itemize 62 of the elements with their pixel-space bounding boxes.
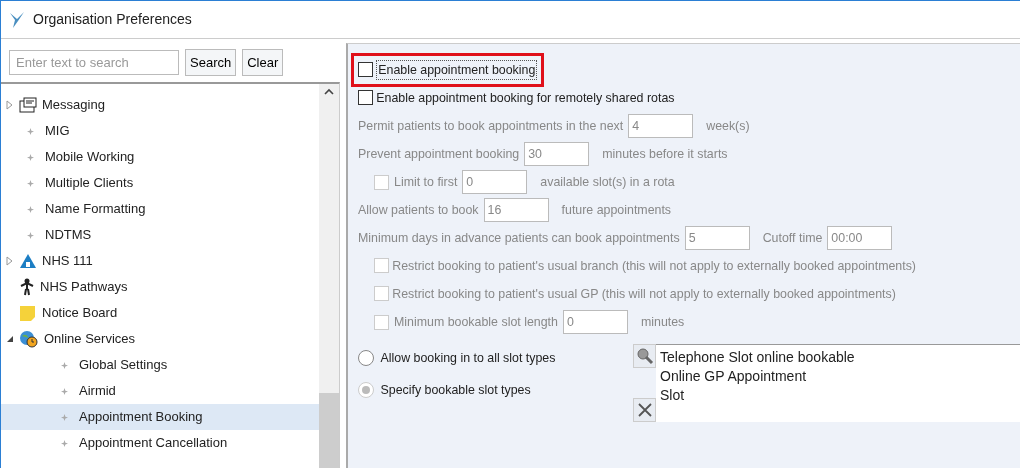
setting-label: Minimum bookable slot length [394, 313, 558, 331]
tree-item[interactable]: NDTMS [45, 225, 92, 245]
tree-item[interactable]: NHS 111 [42, 251, 93, 271]
slot-type-list[interactable]: Telephone Slot online bookable Online GP Appointment Slot [656, 344, 1020, 422]
checkbox[interactable] [358, 90, 373, 106]
person-icon [19, 278, 35, 296]
checkbox-label[interactable]: Enable appointment booking [376, 59, 538, 81]
bullet-icon [27, 179, 34, 187]
bullet-icon [61, 387, 68, 395]
globe-clock-icon [19, 330, 39, 348]
tree-item[interactable]: Appointment Cancellation [79, 433, 228, 453]
radio-button[interactable] [358, 350, 374, 366]
search-button[interactable]: Search [185, 49, 237, 76]
tree-item[interactable]: Messaging [42, 95, 105, 115]
expand-arrow-icon[interactable] [5, 100, 14, 110]
tree-item[interactable]: Global Settings [79, 355, 168, 375]
setting-label: available slot(s) in a rota [540, 173, 675, 191]
radio-label[interactable]: Allow booking in to all slot types [380, 348, 556, 368]
setting-label: Cutoff time [762, 229, 823, 247]
setting-label: Permit patients to book appointments in the next [358, 117, 624, 135]
tree-item[interactable]: Multiple Clients [45, 173, 134, 193]
tree-item[interactable]: Name Formatting [45, 199, 146, 219]
bullet-icon [27, 153, 34, 161]
tree-item[interactable]: Mobile Working [45, 147, 135, 167]
collapse-arrow-icon[interactable] [5, 334, 14, 344]
bullet-icon [61, 361, 68, 369]
close-icon [637, 403, 652, 417]
setting-label: future appointments [561, 201, 672, 219]
setting-label: minutes before it starts [602, 145, 728, 163]
setting-label: Limit to first [394, 173, 458, 191]
scrollbar-thumb[interactable] [319, 393, 339, 468]
search-button[interactable] [633, 344, 656, 368]
note-icon [19, 304, 37, 322]
setting-label: Prevent appointment booking [358, 145, 520, 163]
tree-item[interactable]: MIG [45, 121, 70, 141]
list-item[interactable]: Slot [660, 386, 1016, 405]
bullet-icon [61, 439, 68, 447]
setting-label: Allow patients to book [358, 201, 479, 219]
search-field[interactable]: Enter text to search [9, 50, 179, 75]
list-item[interactable]: Online GP Appointment [660, 367, 1016, 386]
setting-label: Minimum days in advance patients can book appointments [358, 229, 680, 247]
app-logo-icon [9, 10, 25, 29]
expand-arrow-icon[interactable] [5, 256, 14, 266]
setting-label: week(s) [706, 117, 750, 135]
checkbox-label[interactable]: Enable appointment booking for remotely shared rotas [376, 88, 675, 108]
triangle-icon [19, 253, 37, 269]
setting-label: minutes [640, 313, 685, 331]
remove-button[interactable] [633, 398, 656, 422]
checkbox[interactable] [358, 62, 373, 78]
bullet-icon [27, 205, 34, 213]
tree-item[interactable]: NHS Pathways [40, 277, 128, 297]
tree-item[interactable]: Airmid [79, 381, 116, 401]
tree-item[interactable]: Online Services [44, 329, 136, 349]
bullet-icon [61, 413, 68, 421]
inbox-icon [19, 97, 37, 113]
list-item[interactable]: Telephone Slot online bookable [660, 348, 1016, 367]
bullet-icon [27, 231, 34, 239]
clear-button[interactable]: Clear [242, 49, 284, 76]
search-icon [635, 347, 654, 365]
window-title: Organisation Preferences [33, 10, 192, 29]
bullet-icon [27, 127, 34, 135]
tree-item[interactable]: Notice Board [42, 303, 118, 323]
